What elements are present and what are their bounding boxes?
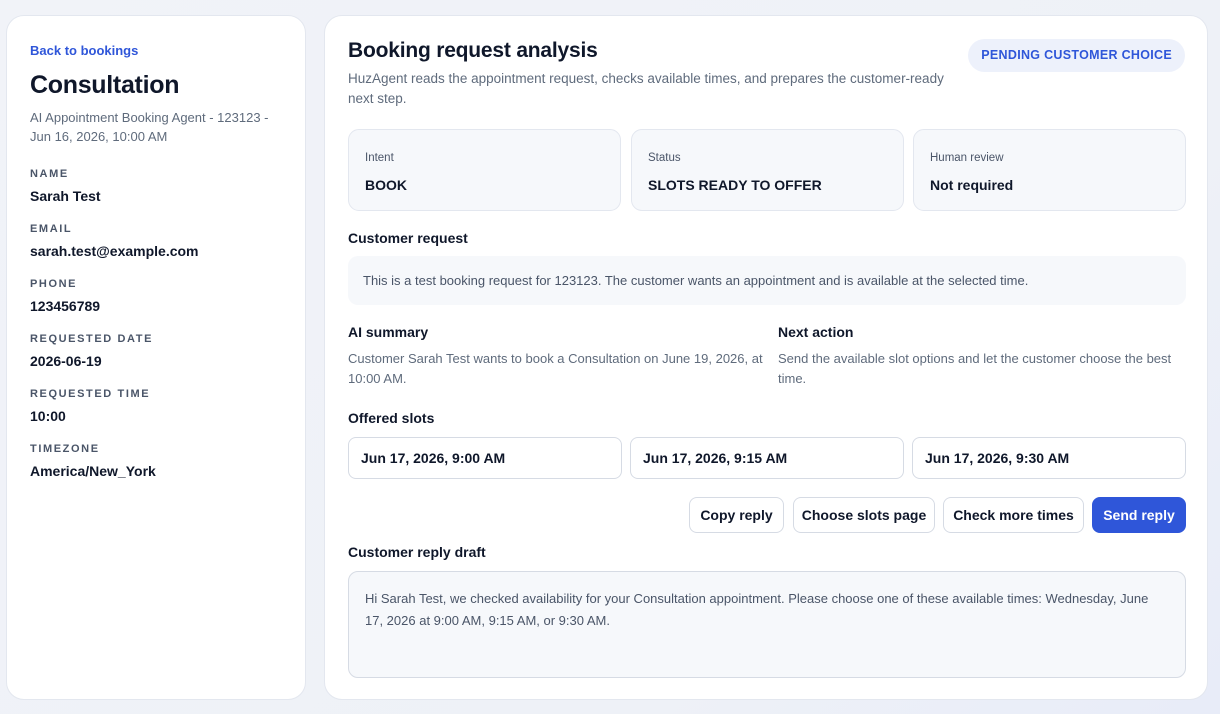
reply-draft-textarea[interactable]: Hi Sarah Test, we checked availability f…	[348, 571, 1186, 678]
ai-summary-heading: AI summary	[348, 324, 429, 340]
analysis-title: Booking request analysis	[348, 39, 598, 62]
booking-details-panel: Back to bookings Consultation AI Appoint…	[6, 15, 306, 700]
field-phone: PHONE 123456789	[30, 277, 283, 315]
slot-option[interactable]: Jun 17, 2026, 9:30 AM	[912, 437, 1186, 479]
send-reply-button[interactable]: Send reply	[1092, 497, 1186, 533]
page-title: Consultation	[30, 71, 180, 99]
customer-request-heading: Customer request	[348, 230, 468, 246]
field-label: REQUESTED DATE	[30, 333, 154, 345]
offered-slots-heading: Offered slots	[348, 410, 435, 426]
check-more-times-button[interactable]: Check more times	[943, 497, 1084, 533]
field-label: EMAIL	[30, 223, 73, 235]
field-value: sarah.test@example.com	[30, 243, 199, 259]
back-to-bookings-link[interactable]: Back to bookings	[30, 43, 283, 59]
analysis-description: HuzAgent reads the appointment request, …	[348, 71, 944, 106]
field-label: TIMEZONE	[30, 443, 100, 455]
field-requested-time: REQUESTED TIME 10:00	[30, 387, 283, 425]
field-requested-date: REQUESTED DATE 2026-06-19	[30, 332, 283, 370]
slot-option[interactable]: Jun 17, 2026, 9:00 AM	[348, 437, 622, 479]
stat-value: SLOTS READY TO OFFER	[648, 177, 822, 193]
stat-intent: Intent BOOK	[348, 129, 621, 211]
status-badge: PENDING CUSTOMER CHOICE	[968, 39, 1185, 72]
stat-label: Status	[648, 152, 681, 164]
field-value: 123456789	[30, 298, 101, 314]
field-timezone: TIMEZONE America/New_York	[30, 442, 283, 480]
field-label: REQUESTED TIME	[30, 388, 151, 400]
stat-status: Status SLOTS READY TO OFFER	[631, 129, 904, 211]
analysis-panel: Booking request analysis HuzAgent reads …	[324, 15, 1208, 700]
field-value: 10:00	[30, 408, 66, 424]
stat-label: Intent	[365, 152, 394, 164]
ai-summary-text: Customer Sarah Test wants to book a Cons…	[348, 351, 763, 386]
next-action-text: Send the available slot options and let …	[778, 351, 1172, 386]
field-value: America/New_York	[30, 463, 156, 479]
field-label: NAME	[30, 168, 69, 180]
customer-request-text: This is a test booking request for 12312…	[348, 256, 1186, 305]
field-value: Sarah Test	[30, 188, 101, 204]
field-value: 2026-06-19	[30, 353, 102, 369]
copy-reply-button[interactable]: Copy reply	[689, 497, 784, 533]
booking-subtitle: AI Appointment Booking Agent - 123123 - …	[30, 110, 269, 144]
field-name: NAME Sarah Test	[30, 167, 283, 205]
field-email: EMAIL sarah.test@example.com	[30, 222, 283, 260]
next-action-heading: Next action	[778, 324, 854, 340]
stat-value: BOOK	[365, 177, 407, 193]
choose-slots-page-button[interactable]: Choose slots page	[793, 497, 935, 533]
field-label: PHONE	[30, 278, 78, 290]
reply-draft-heading: Customer reply draft	[348, 544, 486, 560]
slot-option[interactable]: Jun 17, 2026, 9:15 AM	[630, 437, 904, 479]
stat-value: Not required	[930, 177, 1014, 193]
stat-human-review: Human review Not required	[913, 129, 1186, 211]
stat-label: Human review	[930, 152, 1004, 164]
